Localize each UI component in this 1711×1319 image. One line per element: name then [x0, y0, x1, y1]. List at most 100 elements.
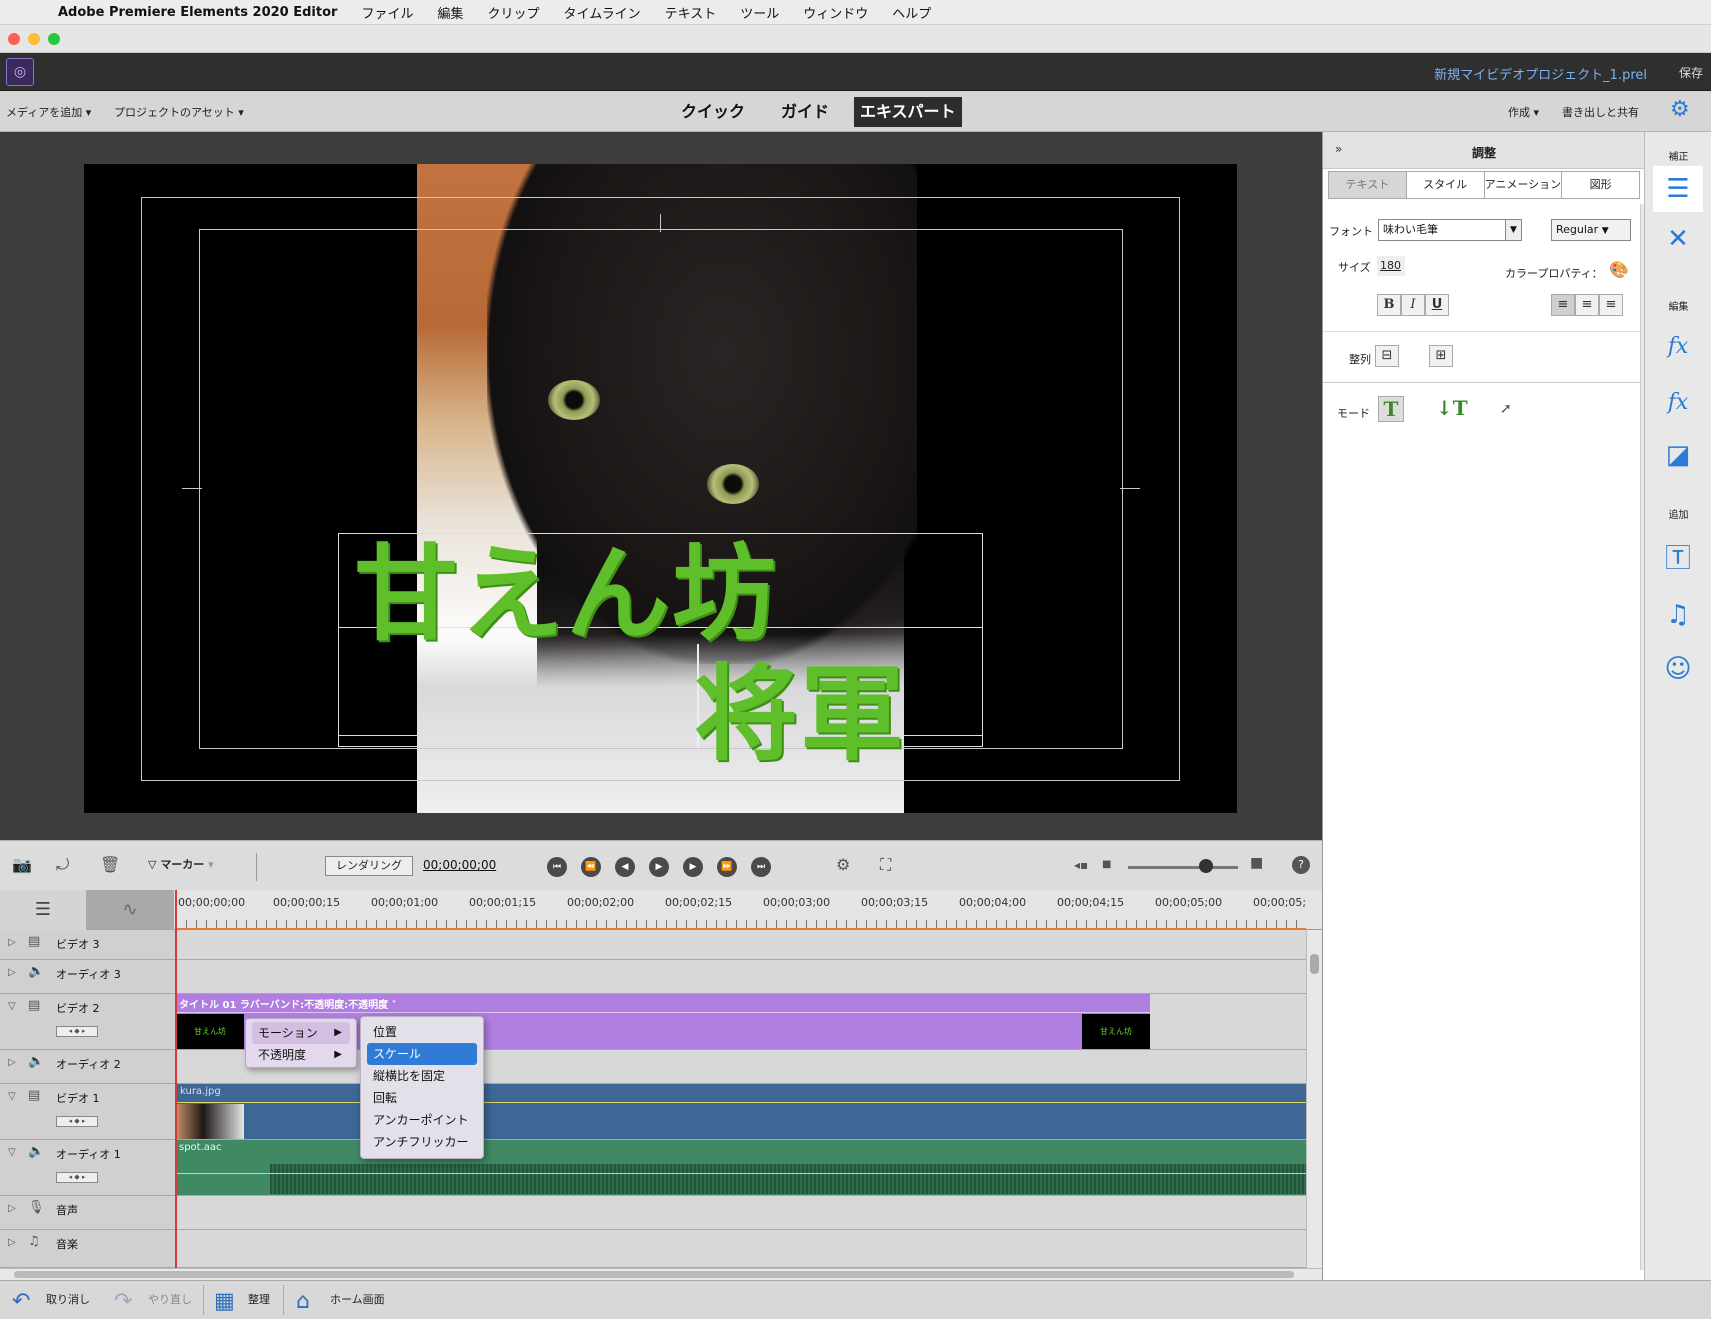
- timecode-display[interactable]: 00;00;00;00: [423, 858, 496, 872]
- track-header-narration[interactable]: ▷ 🎙 音声: [0, 1196, 176, 1230]
- render-button[interactable]: レンダリング: [325, 856, 413, 876]
- menu-item-motion[interactable]: モーション ▶: [252, 1022, 350, 1044]
- graphics-smiley-icon[interactable]: ☺: [1659, 650, 1697, 688]
- track-lane-music[interactable]: [176, 1230, 1306, 1268]
- fullscreen-icon[interactable]: ⛶: [880, 855, 891, 875]
- track-lane-audio-1[interactable]: spot.aac: [176, 1140, 1306, 1196]
- expand-triangle-icon[interactable]: ▷: [8, 1203, 16, 1214]
- rotate-icon[interactable]: ⤾: [56, 855, 69, 875]
- track-header-music[interactable]: ▷ ♫ 音楽: [0, 1230, 176, 1268]
- horizontal-type-icon[interactable]: T: [1378, 396, 1404, 422]
- minimize-window-button[interactable]: [28, 33, 40, 45]
- align-vertical-center-icon[interactable]: ⊞: [1429, 345, 1453, 367]
- menu-edit[interactable]: 編集: [437, 3, 463, 22]
- track-lane-video-3[interactable]: [176, 930, 1306, 960]
- timeline-ruler[interactable]: ☰ ∿ 00;00;00;00 00;00;00;15 00;00;01;00 …: [0, 890, 1322, 930]
- font-family-select[interactable]: 味わい毛筆 ▼: [1378, 219, 1522, 241]
- applied-effects-icon[interactable]: fx: [1659, 328, 1697, 366]
- music-icon[interactable]: ♫: [1659, 596, 1697, 634]
- menu-file[interactable]: ファイル: [361, 3, 413, 22]
- undo-icon[interactable]: ↶: [12, 1289, 30, 1314]
- zoom-in-icon[interactable]: ■: [1250, 855, 1263, 871]
- track-header-video-3[interactable]: ▷ ▤ ビデオ 3: [0, 930, 176, 960]
- add-media-dropdown[interactable]: メディアを追加 ▾: [6, 104, 91, 120]
- monitor-settings-icon[interactable]: ⚙: [836, 855, 850, 874]
- menu-item-anti-flicker[interactable]: アンチフリッカー: [367, 1131, 477, 1153]
- italic-button[interactable]: I: [1401, 294, 1425, 316]
- project-assets-dropdown[interactable]: プロジェクトのアセット ▾: [114, 104, 244, 120]
- align-horizontal-center-icon[interactable]: ⊟: [1375, 345, 1399, 367]
- menu-clip[interactable]: クリップ: [487, 3, 539, 22]
- menu-item-uniform-scale[interactable]: 縦横比を固定: [367, 1065, 477, 1087]
- expand-triangle-icon[interactable]: ▷: [8, 1057, 16, 1068]
- preview-canvas[interactable]: 甘えん坊 将軍: [84, 164, 1237, 813]
- menu-timeline[interactable]: タイムライン: [563, 3, 640, 22]
- track-header-audio-2[interactable]: ▷ 🔈 オーディオ 2: [0, 1050, 176, 1084]
- titles-text-icon[interactable]: 🅃: [1659, 540, 1697, 578]
- tab-quick[interactable]: クイック: [675, 97, 751, 127]
- underline-button[interactable]: U: [1425, 294, 1449, 316]
- tools-icon[interactable]: ✕: [1659, 220, 1697, 258]
- track-header-video-2[interactable]: ▽ ▤ ビデオ 2 ◂ ◆ ▸: [0, 994, 176, 1050]
- frame-back-icon[interactable]: ◀: [615, 857, 635, 877]
- track-lane-video-1[interactable]: kura.jpg: [176, 1084, 1306, 1140]
- align-left-icon[interactable]: ≡: [1551, 294, 1575, 316]
- expand-triangle-icon[interactable]: ▷: [8, 1237, 16, 1248]
- menu-item-position[interactable]: 位置: [367, 1021, 477, 1043]
- tab-style[interactable]: スタイル: [1406, 172, 1485, 198]
- vertical-scrollbar[interactable]: [1306, 930, 1322, 1268]
- home-icon[interactable]: ⌂: [296, 1289, 310, 1314]
- app-name-menu[interactable]: Adobe Premiere Elements 2020 Editor: [58, 5, 337, 20]
- menu-item-rotation[interactable]: 回転: [367, 1087, 477, 1109]
- create-dropdown[interactable]: 作成 ▾: [1508, 104, 1539, 120]
- size-value[interactable]: 180: [1377, 256, 1405, 276]
- save-button[interactable]: 保存: [1679, 64, 1703, 81]
- gear-icon[interactable]: ⚙: [1670, 97, 1690, 122]
- tab-animation[interactable]: アニメーション: [1484, 172, 1563, 198]
- step-back-icon[interactable]: ⏪: [581, 857, 601, 877]
- expand-triangle-icon[interactable]: ▷: [8, 967, 16, 978]
- zoom-slider-knob[interactable]: [1199, 859, 1213, 873]
- keyframe-controls[interactable]: ◂ ◆ ▸: [56, 1026, 98, 1037]
- menu-item-opacity[interactable]: 不透明度 ▶: [252, 1044, 350, 1066]
- zoom-slider-track[interactable]: [1128, 866, 1238, 869]
- track-lane-audio-3[interactable]: [176, 960, 1306, 994]
- menu-item-anchor-point[interactable]: アンカーポイント: [367, 1109, 477, 1131]
- zoom-fit-icon[interactable]: ◂▪: [1074, 858, 1088, 872]
- track-lane-narration[interactable]: [176, 1196, 1306, 1230]
- go-to-start-icon[interactable]: ⏮: [547, 857, 567, 877]
- scroll-thumb[interactable]: [1310, 954, 1319, 974]
- image-clip[interactable]: [176, 1084, 1306, 1139]
- opacity-rubberband[interactable]: [176, 1012, 1150, 1013]
- home-screen-button[interactable]: ホーム画面: [324, 1281, 385, 1319]
- organizer-grid-icon[interactable]: ▦: [214, 1289, 235, 1314]
- horizontal-scrollbar[interactable]: [0, 1268, 1322, 1280]
- menu-text[interactable]: テキスト: [665, 3, 717, 22]
- volume-rubberband[interactable]: [176, 1173, 1306, 1174]
- step-forward-icon[interactable]: ⏩: [717, 857, 737, 877]
- tab-shapes[interactable]: 図形: [1562, 172, 1639, 198]
- help-icon[interactable]: ?: [1292, 856, 1310, 874]
- play-icon[interactable]: ▶: [649, 857, 669, 877]
- menu-item-scale[interactable]: スケール: [367, 1043, 477, 1065]
- font-style-select[interactable]: Regular ▼: [1551, 219, 1631, 241]
- collapse-triangle-icon[interactable]: ▽: [8, 1091, 16, 1102]
- opacity-rubberband[interactable]: [176, 1102, 1306, 1103]
- camera-icon[interactable]: 📷: [12, 855, 32, 874]
- track-options-icon[interactable]: ☰: [0, 890, 86, 930]
- frame-forward-icon[interactable]: ▶: [683, 857, 703, 877]
- menu-window[interactable]: ウィンドウ: [803, 3, 868, 22]
- title-text[interactable]: 甘えん坊 将軍: [354, 509, 914, 775]
- align-center-icon[interactable]: ≡: [1575, 294, 1599, 316]
- vertical-type-icon[interactable]: ↓T: [1436, 396, 1468, 422]
- close-window-button[interactable]: [8, 33, 20, 45]
- expand-triangle-icon[interactable]: ▷: [8, 937, 16, 948]
- track-header-audio-1[interactable]: ▽ 🔈 オーディオ 1 ◂ ◆ ▸: [0, 1140, 176, 1196]
- menu-help[interactable]: ヘルプ: [892, 3, 931, 22]
- transitions-icon[interactable]: ◪: [1659, 436, 1697, 474]
- marker-dropdown[interactable]: ▽ マーカー ▾: [148, 856, 214, 872]
- go-to-end-icon[interactable]: ⏭: [751, 857, 771, 877]
- zoom-out-icon[interactable]: ■: [1102, 859, 1111, 870]
- menu-tools[interactable]: ツール: [740, 3, 779, 22]
- trash-icon[interactable]: 🗑: [100, 855, 120, 874]
